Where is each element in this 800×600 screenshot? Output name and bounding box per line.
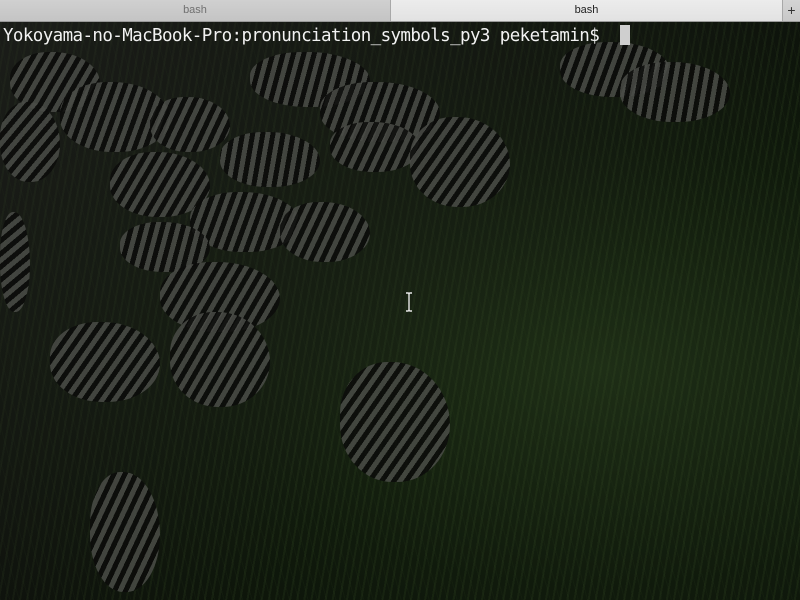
tab-bash-1[interactable]: bash bbox=[0, 0, 391, 21]
new-tab-button[interactable]: + bbox=[783, 0, 800, 21]
zebra-shape bbox=[90, 472, 160, 592]
zebra-shape bbox=[330, 122, 420, 172]
zebra-shape bbox=[620, 62, 730, 122]
zebra-shape bbox=[150, 97, 230, 152]
zebra-shape bbox=[170, 312, 270, 407]
ibeam-cursor-icon bbox=[406, 292, 412, 312]
zebra-shape bbox=[280, 202, 370, 262]
prompt-text: Yokoyama-no-MacBook-Pro:pronunciation_sy… bbox=[3, 26, 610, 46]
zebra-shape bbox=[340, 362, 450, 482]
zebra-shape bbox=[410, 117, 510, 207]
zebra-shape bbox=[50, 322, 160, 402]
tab-bar: bash bash + bbox=[0, 0, 800, 22]
zebra-shape bbox=[0, 212, 30, 312]
zebra-shape bbox=[0, 102, 60, 182]
zebra-shape bbox=[220, 132, 320, 187]
tab-bash-2[interactable]: bash bbox=[391, 0, 783, 21]
command-prompt: Yokoyama-no-MacBook-Pro:pronunciation_sy… bbox=[3, 24, 631, 48]
terminal-window[interactable]: Yokoyama-no-MacBook-Pro:pronunciation_sy… bbox=[0, 22, 800, 600]
text-cursor bbox=[620, 25, 631, 45]
